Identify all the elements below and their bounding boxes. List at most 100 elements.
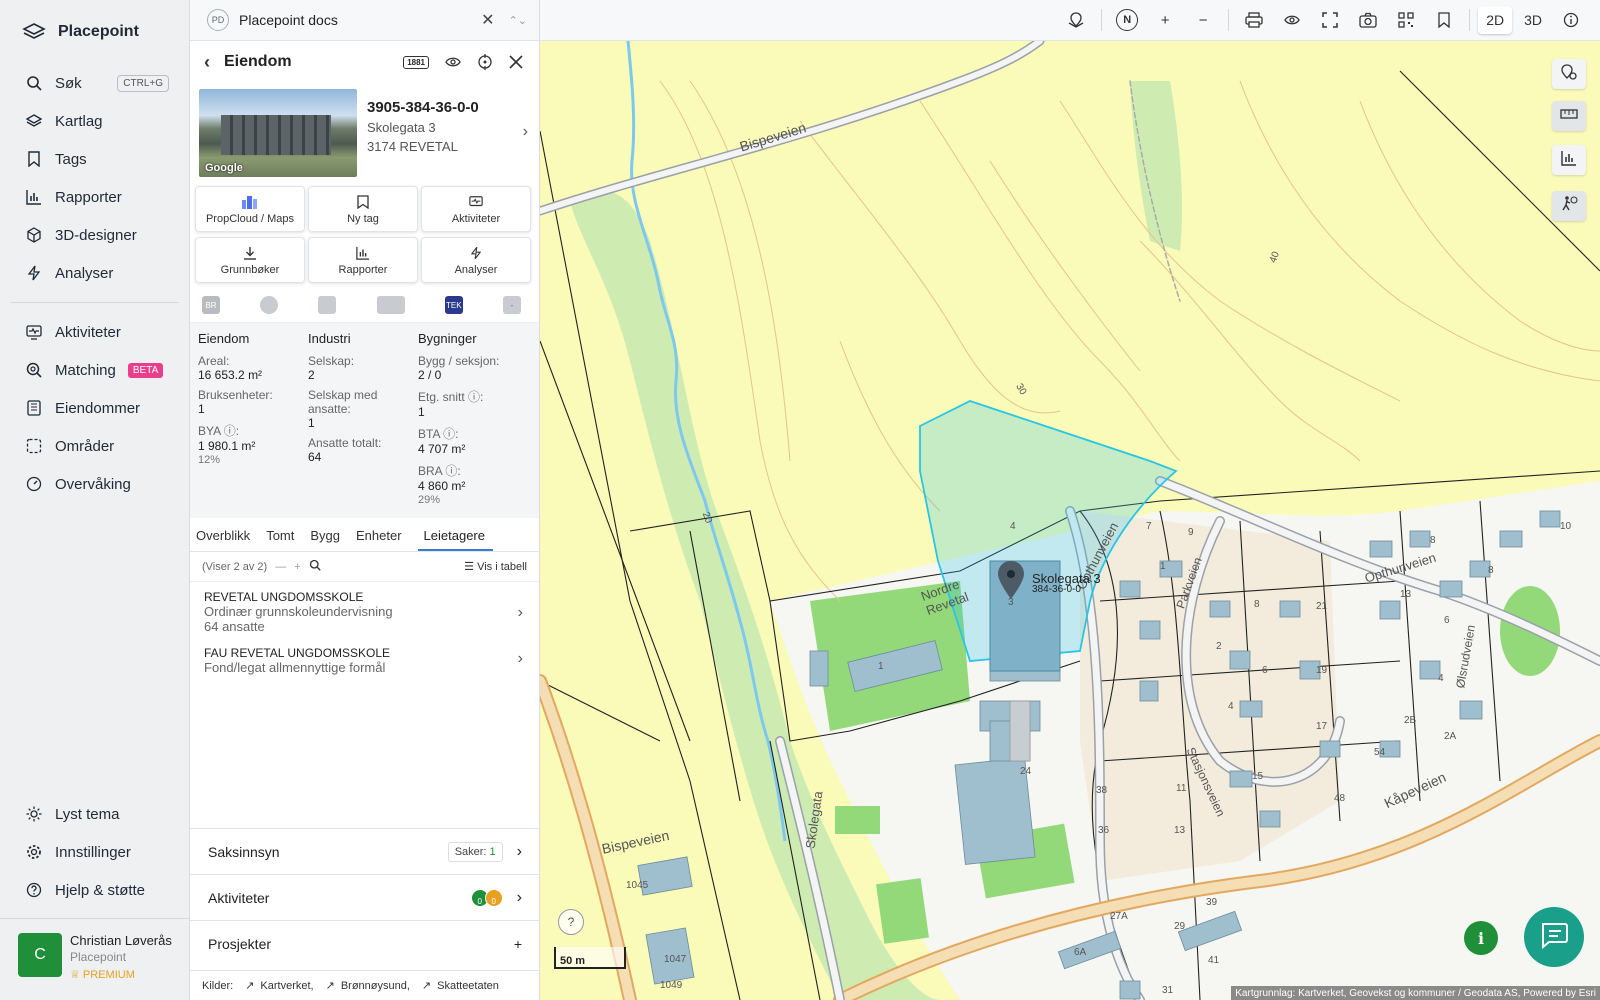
selskap-value: 2: [308, 368, 315, 382]
prosjekter-row[interactable]: Prosjekter +: [190, 920, 540, 966]
north-compass-button[interactable]: N: [1116, 9, 1139, 31]
analyser-button[interactable]: Analyser: [421, 237, 531, 283]
tab-overblikk[interactable]: Overblikk: [196, 518, 256, 551]
map-canvas[interactable]: Bispeveien Bispeveien Skolegata Nordre R…: [540, 41, 1600, 1000]
user-profile[interactable]: C Christian Løverås Placepoint ♕ PREMIUM: [0, 918, 190, 1000]
nav-item-eiendommer[interactable]: Eiendommer: [0, 389, 189, 427]
bra-label[interactable]: BRA ⓘ:: [418, 462, 528, 479]
close-panel-icon[interactable]: [509, 55, 523, 69]
locate-icon[interactable]: [477, 54, 493, 70]
tenant-name: REVETAL UNGDOMSSKOLE: [204, 590, 364, 604]
saksinnsyn-row[interactable]: Saksinnsyn Saker: 1 ›: [190, 828, 540, 874]
chevron-updown-icon[interactable]: ⌃⌄: [509, 14, 527, 27]
etg-value: 1: [418, 405, 425, 419]
zoom-in-button[interactable]: +: [1154, 9, 1176, 31]
collapse-icon[interactable]: —: [275, 561, 286, 573]
info-button[interactable]: i: [1464, 921, 1498, 955]
layers-pin-icon[interactable]: [1065, 9, 1087, 31]
nav-item-matching[interactable]: Matching BETA: [0, 351, 189, 389]
eye-icon[interactable]: [1281, 9, 1303, 31]
qr-code-icon[interactable]: [1395, 9, 1417, 31]
bookmark-icon[interactable]: [1433, 9, 1455, 31]
mode-3d-button[interactable]: 3D: [1516, 6, 1550, 34]
total-ansatte-label: Ansatte totalt:: [308, 436, 382, 450]
app-root: Placepoint Søk CTRL+G Kartlag Tags Rappo…: [0, 0, 1600, 1000]
nav-item-innstillinger[interactable]: Innstillinger: [0, 833, 190, 871]
source-label: Skatteetaten: [437, 980, 499, 992]
house-icon[interactable]: -: [502, 296, 521, 314]
etg-label[interactable]: Etg. snitt ⓘ:: [418, 388, 528, 405]
tab-tomt[interactable]: Tomt: [266, 518, 300, 551]
chat-bubble-icon: [1539, 921, 1569, 954]
fullscreen-icon[interactable]: [1319, 9, 1341, 31]
tek-icon[interactable]: TEK: [444, 296, 463, 314]
nav-item-aktiviteter[interactable]: Aktiviteter: [0, 313, 189, 351]
source-bronnoysund[interactable]: ↗ Brønnøysund,: [320, 979, 410, 992]
house-number: 17: [1316, 721, 1328, 732]
info-circle-icon[interactable]: [1560, 9, 1582, 31]
1881-button[interactable]: 1881: [403, 55, 429, 69]
house-number: 1: [878, 661, 884, 672]
action-label: Grunnbøker: [220, 263, 280, 276]
nav-item-tags[interactable]: Tags: [0, 140, 189, 178]
pin-label[interactable]: Skolegata 3 384-36-0-0: [1032, 571, 1101, 595]
property-summary[interactable]: Google 3905-384-36-0-0 Skolegata 3 3174 …: [190, 83, 539, 181]
mode-2d-button[interactable]: 2D: [1478, 6, 1513, 34]
street-view-photo[interactable]: Google: [199, 89, 357, 177]
nav-item-analyser[interactable]: Analyser: [0, 254, 189, 292]
grunnboker-button[interactable]: Grunnbøker: [195, 237, 305, 283]
br-register-icon[interactable]: BR: [202, 296, 220, 314]
print-icon[interactable]: [1243, 9, 1265, 31]
chevron-right-icon: ›: [516, 888, 522, 906]
map-tool-measure[interactable]: [1552, 101, 1586, 131]
back-arrow-icon[interactable]: ‹: [204, 52, 210, 73]
nav-item-sok[interactable]: Søk CTRL+G: [0, 64, 189, 102]
list-item[interactable]: FAU REVETAL UNGDOMSSKOLE Fond/legat allm…: [190, 638, 539, 694]
map-help-button[interactable]: ?: [558, 909, 584, 935]
map-tool-walk-time[interactable]: [1552, 191, 1586, 221]
sources-label: Kilder:: [202, 979, 234, 992]
leaf-icon[interactable]: [318, 296, 337, 314]
close-icon[interactable]: ✕: [481, 10, 494, 30]
expand-plus-icon[interactable]: +: [294, 561, 300, 573]
bygg-label: Bygg / seksjon:: [418, 354, 500, 368]
bar-steps-icon[interactable]: [376, 296, 405, 314]
nav-item-3d-designer[interactable]: 3D-designer: [0, 216, 189, 254]
aktiviteter-row[interactable]: Aktiviteter 0 0 ›: [190, 874, 540, 920]
source-skatteetaten[interactable]: ↗ Skatteetaten: [416, 979, 499, 992]
brand[interactable]: Placepoint: [0, 0, 189, 64]
bya-label[interactable]: BYA ⓘ:: [198, 422, 308, 439]
energy-label-icon[interactable]: [260, 296, 279, 314]
tenant-list-bar: (Viser 2 av 2) — + ☰ Vis i tabell: [190, 552, 539, 582]
docs-title[interactable]: Placepoint docs: [239, 12, 338, 28]
chat-button[interactable]: [1524, 907, 1584, 967]
tab-enheter[interactable]: Enheter: [356, 518, 408, 551]
source-kartverket[interactable]: ↗ Kartverket,: [239, 979, 313, 992]
user-plan-label: PREMIUM: [82, 969, 135, 981]
toolbar-divider: [1469, 9, 1471, 31]
search-icon[interactable]: [309, 559, 321, 574]
eye-icon[interactable]: [445, 56, 461, 68]
camera-icon[interactable]: [1357, 9, 1379, 31]
nav-item-overvaking[interactable]: Overvåking: [0, 465, 189, 503]
nav-item-hjelp[interactable]: Hjelp & støtte: [0, 871, 190, 909]
nav-item-lyst-tema[interactable]: Lyst tema: [0, 795, 190, 833]
tab-bygg[interactable]: Bygg: [310, 518, 346, 551]
nav-item-kartlag[interactable]: Kartlag: [0, 102, 189, 140]
nav-item-rapporter[interactable]: Rapporter: [0, 178, 189, 216]
map-tool-statistics[interactable]: [1552, 145, 1586, 175]
list-item[interactable]: REVETAL UNGDOMSSKOLE Ordinær grunnskoleu…: [190, 582, 539, 638]
ny-tag-button[interactable]: Ny tag: [308, 186, 418, 232]
bra-number: 4 860: [418, 479, 449, 493]
chevron-right-icon[interactable]: ›: [523, 123, 528, 141]
tab-leietagere[interactable]: Leietagere: [417, 518, 493, 551]
add-project-button[interactable]: +: [514, 936, 522, 952]
bta-label[interactable]: BTA ⓘ:: [418, 425, 528, 442]
zoom-out-button[interactable]: −: [1192, 9, 1214, 31]
rapporter-button[interactable]: Rapporter: [308, 237, 418, 283]
propcloud-button[interactable]: PropCloud / Maps: [195, 186, 305, 232]
show-in-table-button[interactable]: ☰ Vis i tabell: [464, 560, 527, 573]
aktiviteter-button[interactable]: Aktiviteter: [421, 186, 531, 232]
map-tool-pin-search[interactable]: [1552, 59, 1586, 89]
nav-item-omrader[interactable]: Områder: [0, 427, 189, 465]
